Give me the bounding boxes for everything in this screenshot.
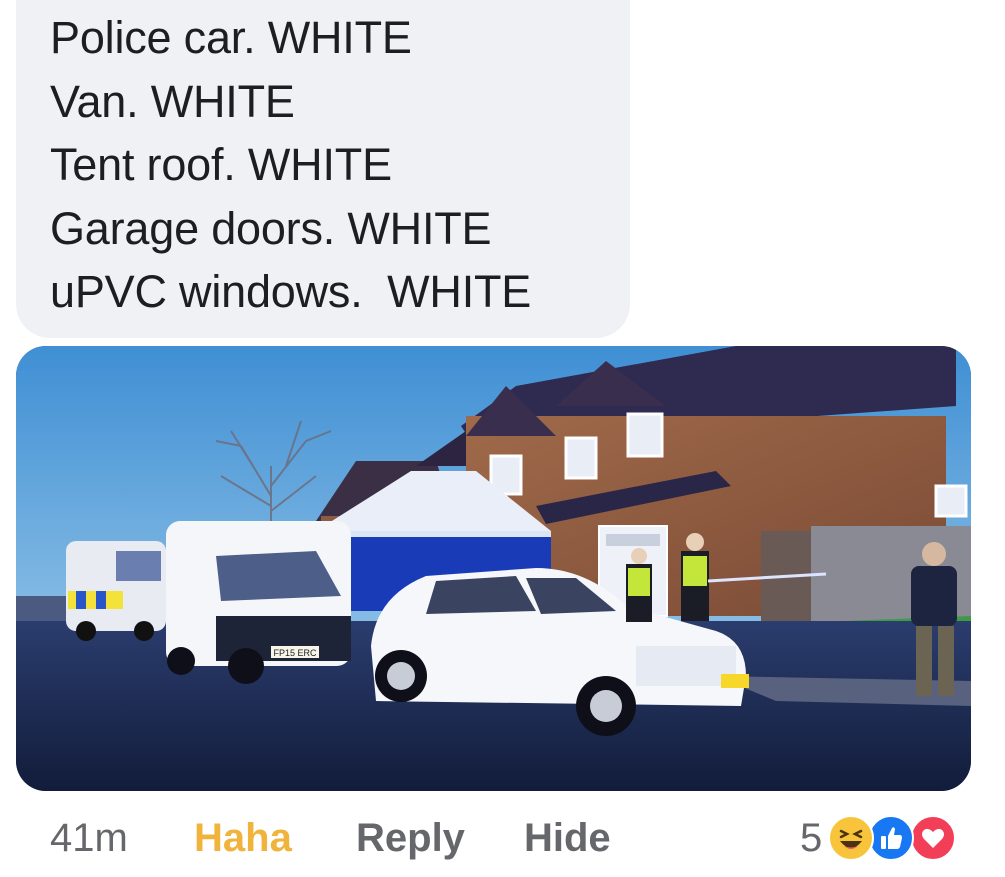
police-van <box>66 541 166 641</box>
like-icon <box>868 815 915 861</box>
love-icon <box>910 815 957 861</box>
hide-button[interactable]: Hide <box>524 812 611 864</box>
reaction-icons <box>828 815 962 861</box>
haha-reaction-button[interactable]: Haha <box>194 812 292 864</box>
haha-icon <box>828 815 875 861</box>
comment-line: Police car. WHITE <box>50 12 412 63</box>
reply-button[interactable]: Reply <box>356 812 465 864</box>
white-van: FP15 ERC <box>166 521 351 684</box>
comment-actions: 41m Haha Reply Hide 5 <box>0 812 1005 868</box>
comment-bubble: Police car. WHITE Van. WHITE Tent roof. … <box>16 0 630 338</box>
comment-line: Van. WHITE <box>50 75 295 127</box>
comment-line: uPVC windows. WHITE <box>50 266 532 317</box>
van-plate-text: FP15 ERC <box>273 648 317 658</box>
reaction-count: 5 <box>800 815 823 860</box>
photo-scene: FP15 ERC <box>16 346 971 791</box>
comment-timestamp: 41m <box>50 816 128 860</box>
reaction-summary[interactable]: 5 <box>800 812 962 864</box>
attached-photo[interactable]: FP15 ERC <box>16 346 971 791</box>
car-plate <box>721 674 749 688</box>
comment-line: Tent roof. WHITE <box>50 139 392 190</box>
comment-line: Garage doors. WHITE <box>50 202 492 254</box>
